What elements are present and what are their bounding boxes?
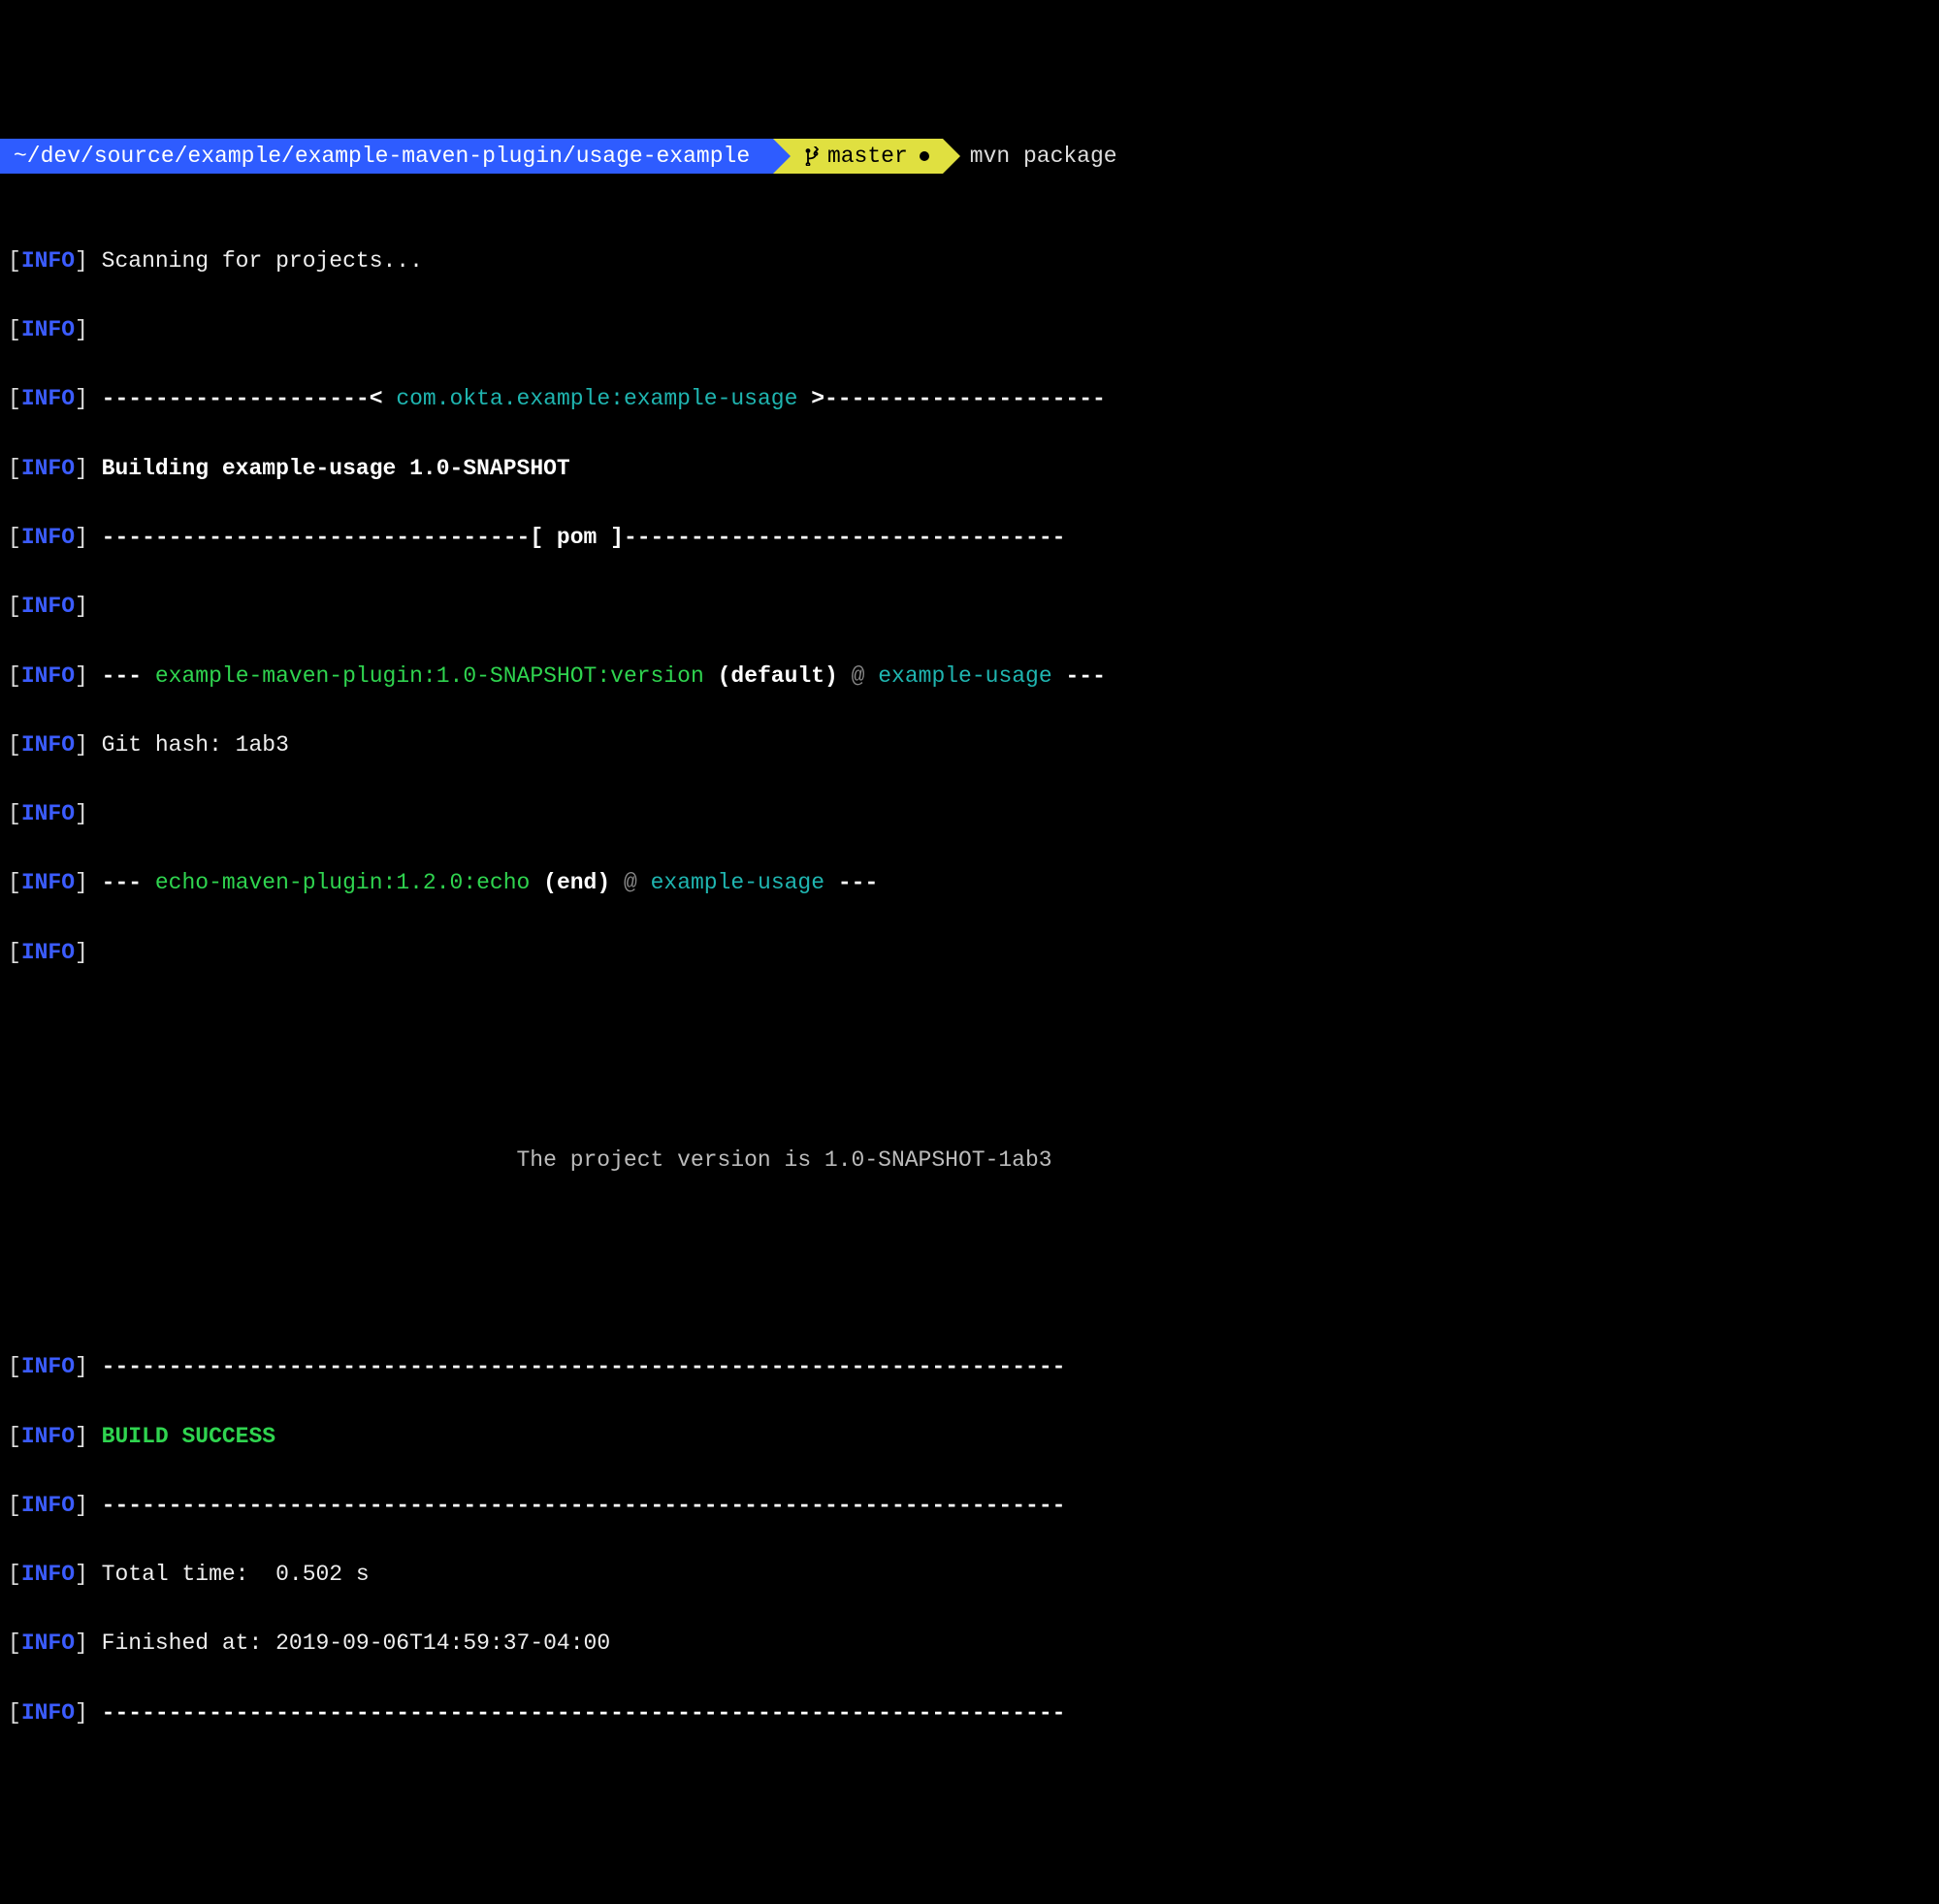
scan-text: Scanning for projects...	[102, 248, 423, 274]
total-time: Total time: 0.502 s	[102, 1562, 370, 1587]
log-line: [INFO] ---------------------------------…	[0, 1350, 1939, 1385]
log-line: [INFO]	[0, 590, 1939, 625]
plugin2-name: echo-maven-plugin:1.2.0:echo	[155, 870, 530, 895]
pom-label: [ pom ]	[530, 525, 624, 550]
p2-end: ---	[824, 870, 878, 895]
log-line: [INFO] Scanning for projects...	[0, 244, 1939, 279]
sep1: ----------------------------------------…	[102, 1354, 1066, 1379]
log-line: [INFO]	[0, 797, 1939, 832]
building-text: Building example-usage 1.0-SNAPSHOT	[102, 456, 570, 481]
p2-at: @	[610, 870, 650, 895]
p2-endlbl: (end)	[530, 870, 610, 895]
p2-proj: example-usage	[651, 870, 824, 895]
git-hash-text: Git hash: 1ab3	[102, 732, 289, 758]
log-line: [INFO]	[0, 313, 1939, 348]
log-line	[0, 1005, 1939, 1040]
pom-rule-right: ---------------------------------	[624, 525, 1065, 550]
log-line: [INFO] BUILD SUCCESS	[0, 1420, 1939, 1455]
git-dirty-dot-icon	[920, 151, 929, 161]
sep2: ----------------------------------------…	[102, 1493, 1066, 1518]
p1-at: @	[838, 663, 878, 689]
log-line: [INFO] Finished at: 2019-09-06T14:59:37-…	[0, 1627, 1939, 1662]
rule-right: >---------------------	[797, 386, 1105, 411]
log-line	[0, 1074, 1939, 1109]
log-line: [INFO]	[0, 936, 1939, 971]
log-line: [INFO] Git hash: 1ab3	[0, 728, 1939, 763]
p2-dash: ---	[102, 870, 155, 895]
git-branch-name: master	[827, 139, 908, 174]
log-line: [INFO] ---------------------------------…	[0, 1696, 1939, 1731]
log-line: [INFO] --------------------< com.okta.ex…	[0, 382, 1939, 417]
log-line: [INFO] Total time: 0.502 s	[0, 1558, 1939, 1593]
log-line	[0, 1281, 1939, 1316]
plugin1-name: example-maven-plugin:1.0-SNAPSHOT:versio…	[155, 663, 704, 689]
sep3: ----------------------------------------…	[102, 1700, 1066, 1726]
git-branch-icon	[804, 146, 820, 166]
log-line: [INFO] --------------------------------[…	[0, 521, 1939, 556]
p1-proj: example-usage	[878, 663, 1051, 689]
command-text: mvn package	[943, 139, 1117, 174]
pom-rule-left: --------------------------------	[102, 525, 531, 550]
p1-dash: ---	[102, 663, 155, 689]
p1-end: ---	[1052, 663, 1106, 689]
prompt-branch-segment: master	[773, 139, 943, 174]
log-line	[0, 1212, 1939, 1247]
artifact-id: com.okta.example:example-usage	[396, 386, 797, 411]
echo-output: The project version is 1.0-SNAPSHOT-1ab3	[0, 1144, 1939, 1178]
log-line: [INFO] ---------------------------------…	[0, 1489, 1939, 1524]
log-line: [INFO] --- echo-maven-plugin:1.2.0:echo …	[0, 866, 1939, 901]
shell-prompt[interactable]: ~/dev/source/example/example-maven-plugi…	[0, 139, 1939, 174]
p1-default: (default)	[704, 663, 838, 689]
log-line: [INFO] --- example-maven-plugin:1.0-SNAP…	[0, 660, 1939, 694]
build-success: BUILD SUCCESS	[102, 1424, 275, 1449]
rule-left: --------------------<	[102, 386, 397, 411]
cwd-path: ~/dev/source/example/example-maven-plugi…	[14, 144, 750, 169]
finished-at: Finished at: 2019-09-06T14:59:37-04:00	[102, 1630, 611, 1656]
log-line: [INFO] Building example-usage 1.0-SNAPSH…	[0, 452, 1939, 487]
prompt-path-segment: ~/dev/source/example/example-maven-plugi…	[0, 139, 773, 174]
